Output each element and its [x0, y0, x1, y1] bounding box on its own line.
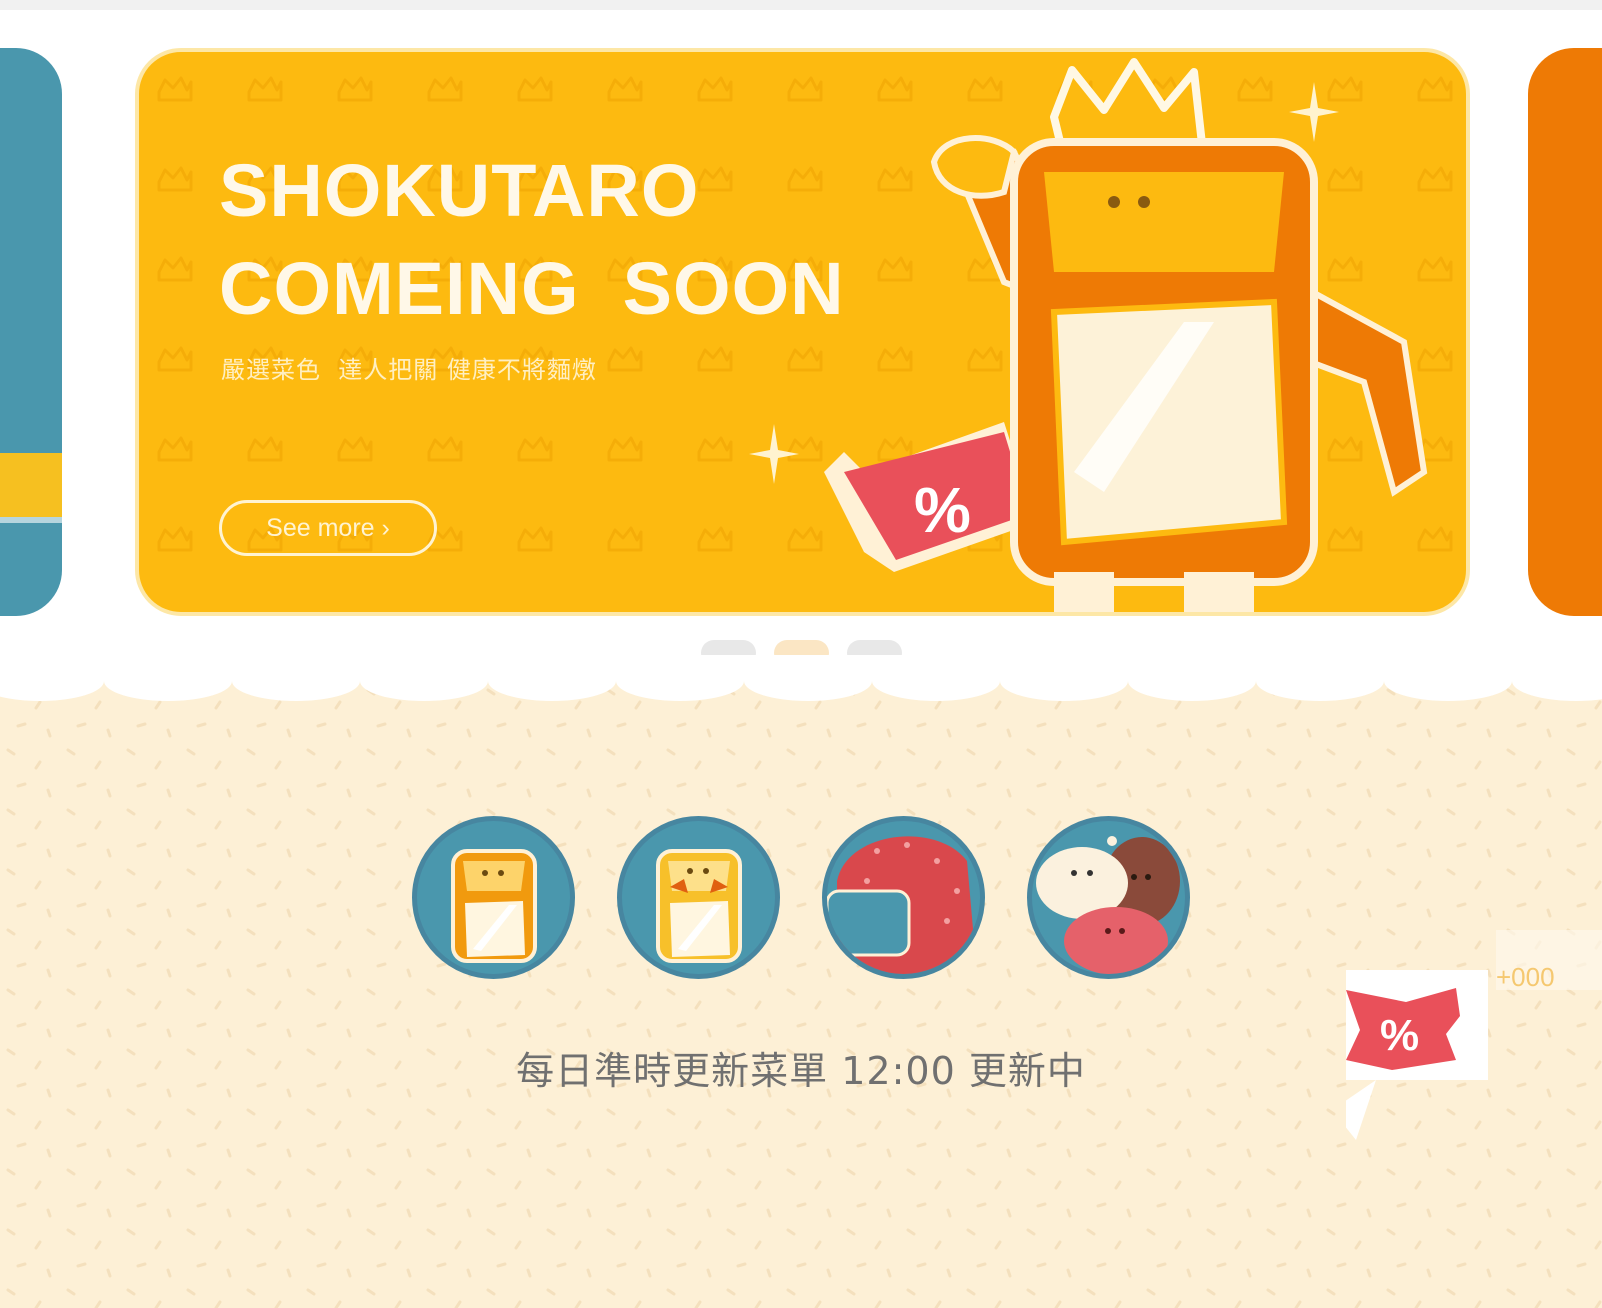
coupon-ticket-icon: % [824, 422, 1036, 572]
scallop-divider [0, 655, 1602, 701]
banner-title-line1: SHOKUTARO [219, 149, 700, 232]
carousel-slide-prev[interactable] [0, 48, 62, 616]
top-bar [0, 0, 1602, 10]
banner-title: SHOKUTARO COMEING SOON [219, 142, 845, 338]
banner-title-line2: COMEING SOON [219, 247, 845, 330]
sparkle-icon [749, 424, 799, 484]
mascot-red-icon[interactable] [822, 816, 985, 979]
carousel-slide-next[interactable] [1528, 48, 1602, 616]
coupon-percent-icon[interactable]: +000 % [1346, 930, 1602, 1170]
banner-carousel: SHOKUTARO COMEING SOON 嚴選菜色 達人把關 健康不將麵燉 … [0, 10, 1602, 700]
slide-prev-stripe-line [0, 517, 62, 523]
svg-text:+000: +000 [1496, 962, 1555, 992]
mascot-duo-icon[interactable] [1027, 816, 1190, 979]
banner-subtitle: 嚴選菜色 達人把關 健康不將麵燉 [221, 356, 597, 384]
mascot-blue-icon[interactable] [412, 816, 575, 979]
see-more-button[interactable]: See more › [219, 500, 437, 556]
mascot-king-illustration: % [824, 58, 1428, 612]
svg-text:%: % [914, 474, 971, 546]
coupon-percent-symbol: % [1380, 1011, 1419, 1060]
mascot-orange-icon[interactable] [617, 816, 780, 979]
carousel-slide-main[interactable]: SHOKUTARO COMEING SOON 嚴選菜色 達人把關 健康不將麵燉 … [135, 48, 1470, 616]
slide-prev-stripe [0, 453, 62, 517]
